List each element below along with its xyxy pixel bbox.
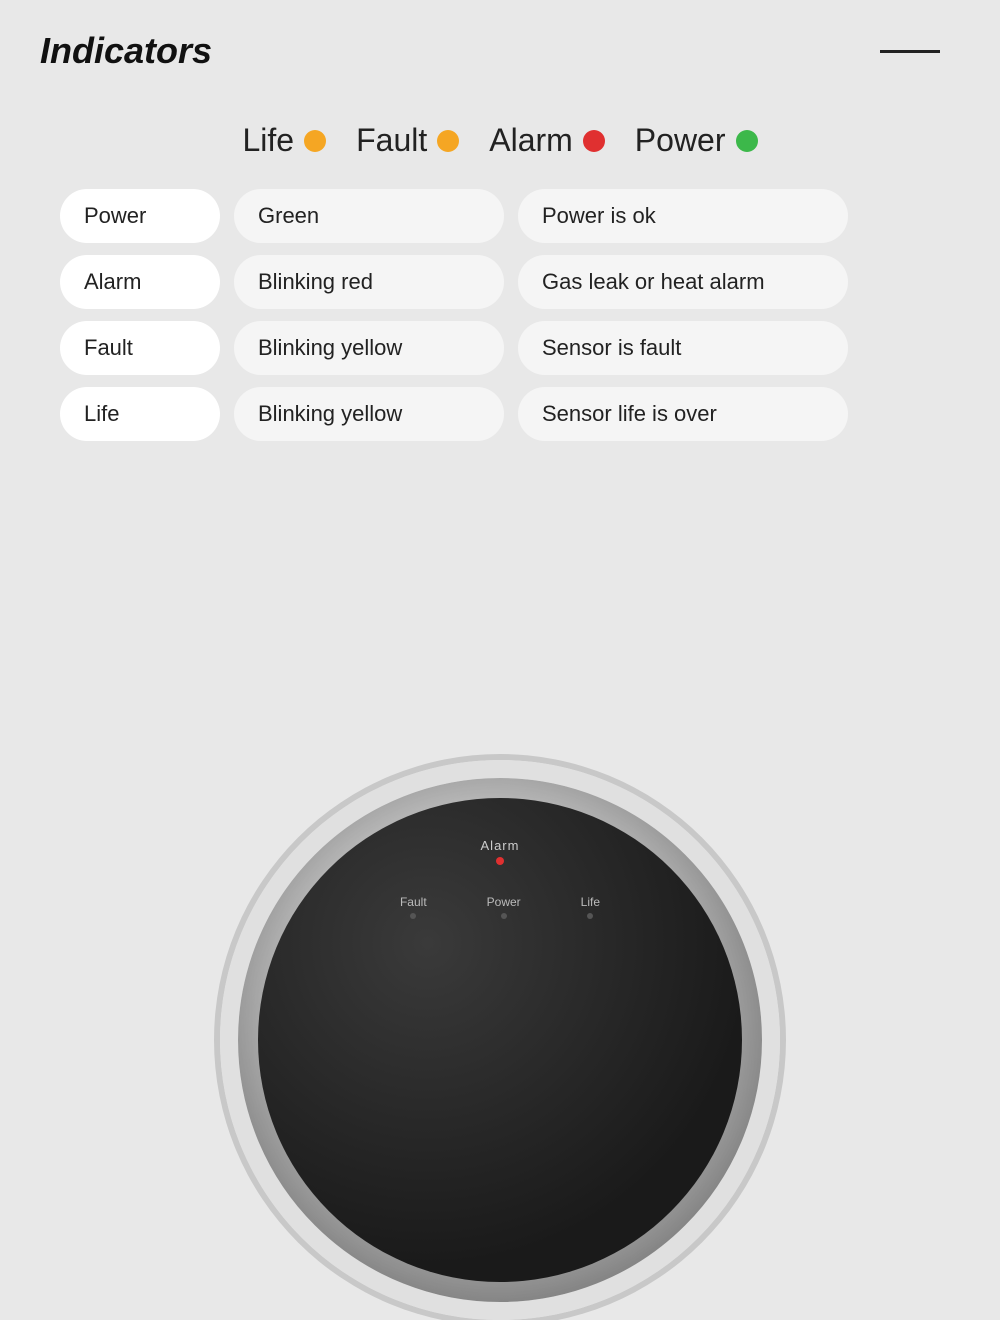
legend-item-fault: Fault [356, 122, 459, 159]
row-status-alarm: Gas leak or heat alarm [518, 255, 848, 309]
legend-dot-power [736, 130, 758, 152]
table-row: Fault Blinking yellow Sensor is fault [60, 321, 940, 375]
legend-label-power: Power [635, 122, 726, 159]
legend-item-power: Power [635, 122, 758, 159]
header-decoration [880, 50, 940, 53]
row-status-life: Sensor life is over [518, 387, 848, 441]
table-row: Life Blinking yellow Sensor life is over [60, 387, 940, 441]
device-circle: Alarm Fault Power Life [220, 760, 780, 1320]
page-title: Indicators [40, 30, 212, 72]
legend-dot-life [304, 130, 326, 152]
header: Indicators [0, 0, 1000, 82]
legend-dot-alarm [583, 130, 605, 152]
legend-label-alarm: Alarm [489, 122, 573, 159]
device-fault-label: Fault [400, 895, 427, 909]
device-power-label: Power [487, 895, 521, 909]
device-life-dot [587, 913, 593, 919]
row-label-alarm: Alarm [60, 255, 220, 309]
device-indicator-life: Life [581, 895, 600, 919]
device-indicator-power: Power [487, 895, 521, 919]
legend-label-fault: Fault [356, 122, 427, 159]
row-color-life: Blinking yellow [234, 387, 504, 441]
row-label-fault: Fault [60, 321, 220, 375]
legend-label-life: Life [243, 122, 295, 159]
device-power-dot [501, 913, 507, 919]
row-label-life: Life [60, 387, 220, 441]
page-container: Indicators Life Fault Alarm Power Power [0, 0, 1000, 1000]
row-label-power: Power [60, 189, 220, 243]
legend-dot-fault [437, 130, 459, 152]
row-status-fault: Sensor is fault [518, 321, 848, 375]
device-bottom-row: Fault Power Life [400, 895, 600, 919]
legend-item-alarm: Alarm [489, 122, 605, 159]
device-section: Alarm Fault Power Life [200, 660, 800, 1000]
device-alarm-dot [496, 857, 504, 865]
indicators-table: Power Green Power is ok Alarm Blinking r… [0, 189, 1000, 441]
device-fault-dot [410, 913, 416, 919]
row-color-power: Green [234, 189, 504, 243]
table-row: Power Green Power is ok [60, 189, 940, 243]
legend-row: Life Fault Alarm Power [0, 122, 1000, 159]
row-color-fault: Blinking yellow [234, 321, 504, 375]
table-row: Alarm Blinking red Gas leak or heat alar… [60, 255, 940, 309]
device-indicator-fault: Fault [400, 895, 427, 919]
row-status-power: Power is ok [518, 189, 848, 243]
device-inner: Alarm Fault Power Life [258, 798, 742, 1282]
row-color-alarm: Blinking red [234, 255, 504, 309]
device-alarm-label: Alarm [481, 838, 520, 853]
legend-item-life: Life [243, 122, 327, 159]
device-life-label: Life [581, 895, 600, 909]
